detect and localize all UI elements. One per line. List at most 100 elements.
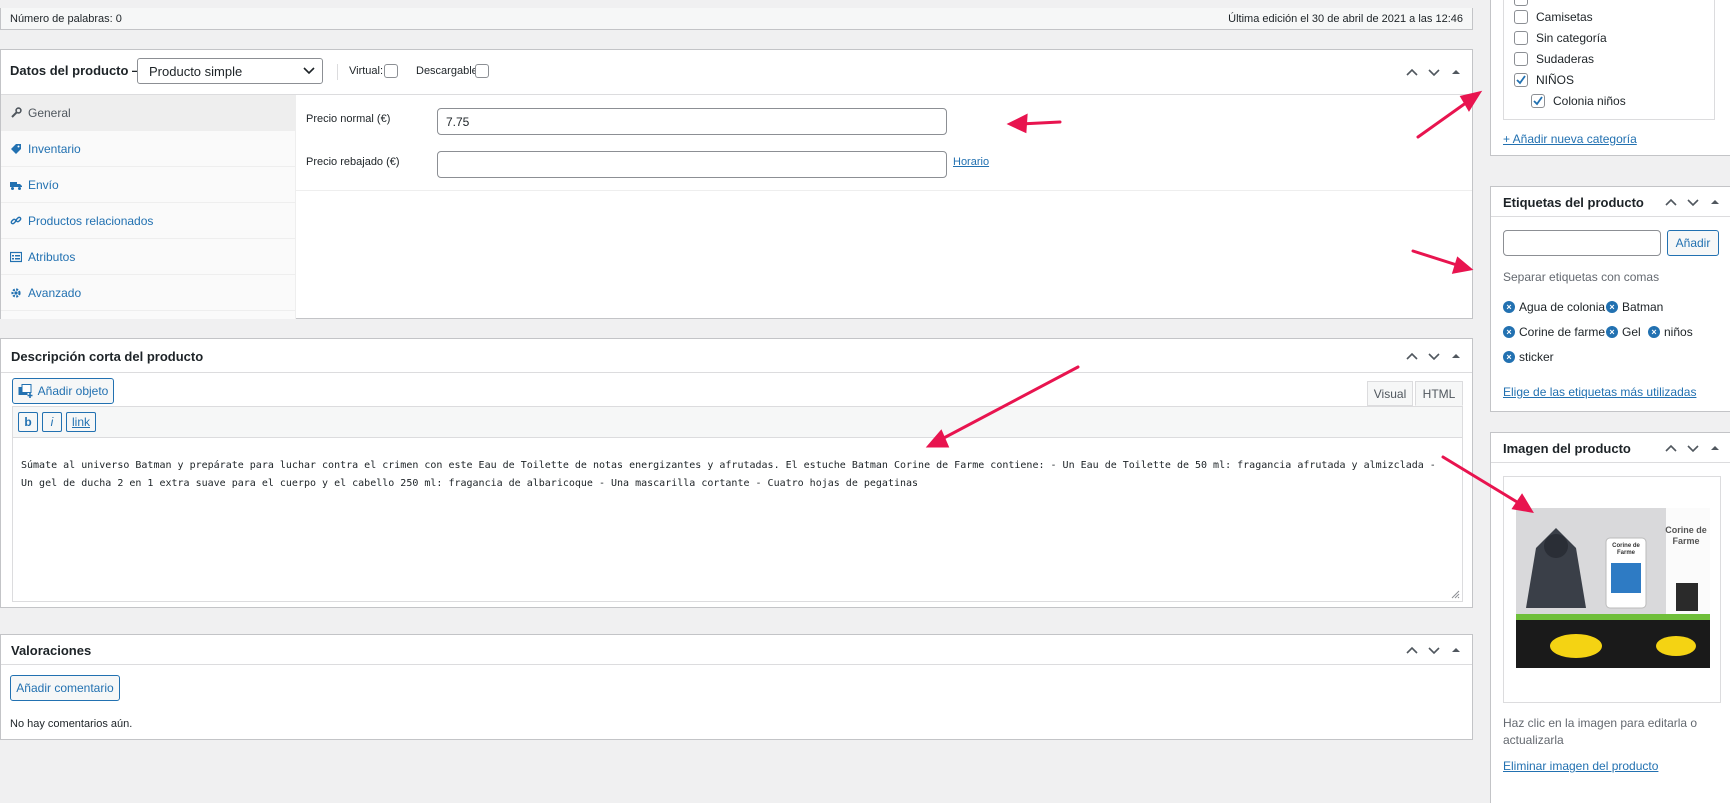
tag-label: Gel [1622,325,1641,339]
short-description-textarea[interactable]: Súmate al universo Batman y prepárate pa… [21,457,1451,493]
collapse-triangle-icon[interactable] [1707,194,1723,210]
category-item[interactable]: Sin categoría [1514,27,1607,48]
product-type-select[interactable]: Producto simple [137,58,323,84]
tab-html[interactable]: HTML [1415,381,1463,406]
collapse-triangle-icon[interactable] [1707,440,1723,456]
tab-visual-label: Visual [1373,386,1407,401]
regular-price-input[interactable]: 7.75 [437,108,947,135]
product-image-title: Imagen del producto [1503,441,1631,456]
categories-panel: Camisetas Sin categoría Sudaderas NIÑOS … [1490,0,1730,156]
category-item[interactable]: NIÑOS [1514,69,1574,90]
tab-advanced[interactable]: Avanzado [1,275,295,311]
tab-inventory[interactable]: Inventario [1,131,295,167]
chevron-down-icon[interactable] [1685,440,1701,456]
chevron-down-icon[interactable] [1426,64,1442,80]
downloadable-label: Descargable: [416,65,481,77]
reviews-panel: Valoraciones Añadir comentario No hay co… [0,634,1473,740]
tag-item[interactable]: × Corine de farme [1503,325,1605,339]
tag-item[interactable]: × Batman [1606,300,1663,314]
product-data-title: Datos del producto — [10,63,146,78]
tag-label: Corine de farme [1519,325,1606,339]
category-label: NIÑOS [1536,72,1575,87]
tab-general[interactable]: General [1,95,295,131]
checkmark-icon [1533,95,1543,105]
chevron-up-icon[interactable] [1663,440,1679,456]
bold-quicktag[interactable]: b [18,412,38,432]
tag-item[interactable]: × sticker [1503,350,1554,364]
product-image-panel: Imagen del producto Corine de Farme Cori… [1490,432,1730,803]
remove-tag-icon[interactable]: × [1606,326,1618,338]
chevron-up-icon[interactable] [1404,64,1420,80]
remove-tag-icon[interactable]: × [1648,326,1660,338]
collapse-triangle-icon[interactable] [1448,642,1464,658]
tab-attributes[interactable]: Atributos [1,239,295,275]
collapse-triangle-icon[interactable] [1448,64,1464,80]
collapse-triangle-icon[interactable] [1448,348,1464,364]
tag-item[interactable]: × Agua de colonia [1503,300,1605,314]
list-icon [10,251,22,262]
add-media-icon [18,384,33,398]
remove-tag-icon[interactable]: × [1503,326,1515,338]
category-checkbox[interactable] [1514,9,1528,24]
add-category-link[interactable]: + Añadir nueva categoría [1503,132,1637,146]
chevron-down-icon[interactable] [1685,194,1701,210]
most-used-tags-link[interactable]: Elige de las etiquetas más utilizadas [1503,385,1696,399]
tab-visual[interactable]: Visual [1367,381,1413,406]
reviews-header: Valoraciones [1,635,1472,665]
panel-controls [1404,635,1464,664]
add-comment-button[interactable]: Añadir comentario [10,675,120,701]
chevron-down-icon [303,67,315,75]
category-checkbox-checked[interactable] [1514,72,1528,87]
reviews-title: Valoraciones [11,643,92,658]
gear-icon [11,287,21,298]
add-media-label: Añadir objeto [37,384,109,398]
downloadable-checkbox[interactable] [475,64,489,78]
tags-header: Etiquetas del producto [1491,187,1730,217]
tag-label: niños [1664,325,1693,339]
italic-quicktag[interactable]: i [42,412,62,432]
category-checkbox[interactable] [1514,30,1528,45]
remove-image-link[interactable]: Eliminar imagen del producto [1503,759,1658,773]
chevron-up-icon[interactable] [1663,194,1679,210]
truck-icon [10,181,22,190]
category-checkbox[interactable] [1514,51,1528,66]
chevron-down-icon[interactable] [1426,642,1442,658]
chevron-down-icon[interactable] [1426,348,1442,364]
chevron-up-icon[interactable] [1404,348,1420,364]
remove-tag-icon[interactable]: × [1606,301,1618,313]
category-label: Sudaderas [1536,51,1595,66]
last-edit-info: Última edición el 30 de abril de 2021 a … [1228,13,1463,25]
resize-handle-icon[interactable] [1450,589,1460,599]
product-data-header: Datos del producto — Producto simple Vir… [1,50,1472,95]
quicktags-toolbar: b i link [13,407,1462,438]
checkmark-icon [1516,74,1526,84]
category-item[interactable]: Sudaderas [1514,48,1594,69]
category-label: Colonia niños [1553,93,1626,108]
schedule-link[interactable]: Horario [953,156,989,168]
short-description-title: Descripción corta del producto [11,349,204,364]
remove-tag-icon[interactable]: × [1503,351,1515,363]
tag-item[interactable]: × niños [1648,325,1693,339]
tab-shipping[interactable]: Envío [1,167,295,203]
word-count: Número de palabras: 0 [10,13,122,25]
link-quicktag[interactable]: link [66,412,96,432]
virtual-checkbox[interactable] [384,64,398,78]
tab-linked-products[interactable]: Productos relacionados [1,203,295,239]
category-item[interactable]: Camisetas [1514,6,1593,27]
product-image-header: Imagen del producto [1491,433,1730,463]
chevron-up-icon[interactable] [1404,642,1420,658]
product-image-frame[interactable]: Corine de Farme Corine de Farme [1503,476,1721,703]
virtual-label: Virtual: [349,65,384,77]
sale-price-input[interactable] [437,151,947,178]
remove-tag-icon[interactable]: × [1503,301,1515,313]
tags-title: Etiquetas del producto [1503,195,1644,210]
sale-price-label: Precio rebajado (€) [306,156,400,168]
category-item[interactable]: Colonia niños [1531,90,1626,111]
image-box-text: Corine de Farme [1612,543,1640,556]
add-tag-button[interactable]: Añadir [1667,230,1719,256]
add-media-button[interactable]: Añadir objeto [12,378,114,404]
category-checkbox-checked[interactable] [1531,93,1545,108]
tag-item[interactable]: × Gel [1606,325,1641,339]
tab-label: Productos relacionados [28,213,154,228]
tag-input[interactable] [1503,230,1661,256]
